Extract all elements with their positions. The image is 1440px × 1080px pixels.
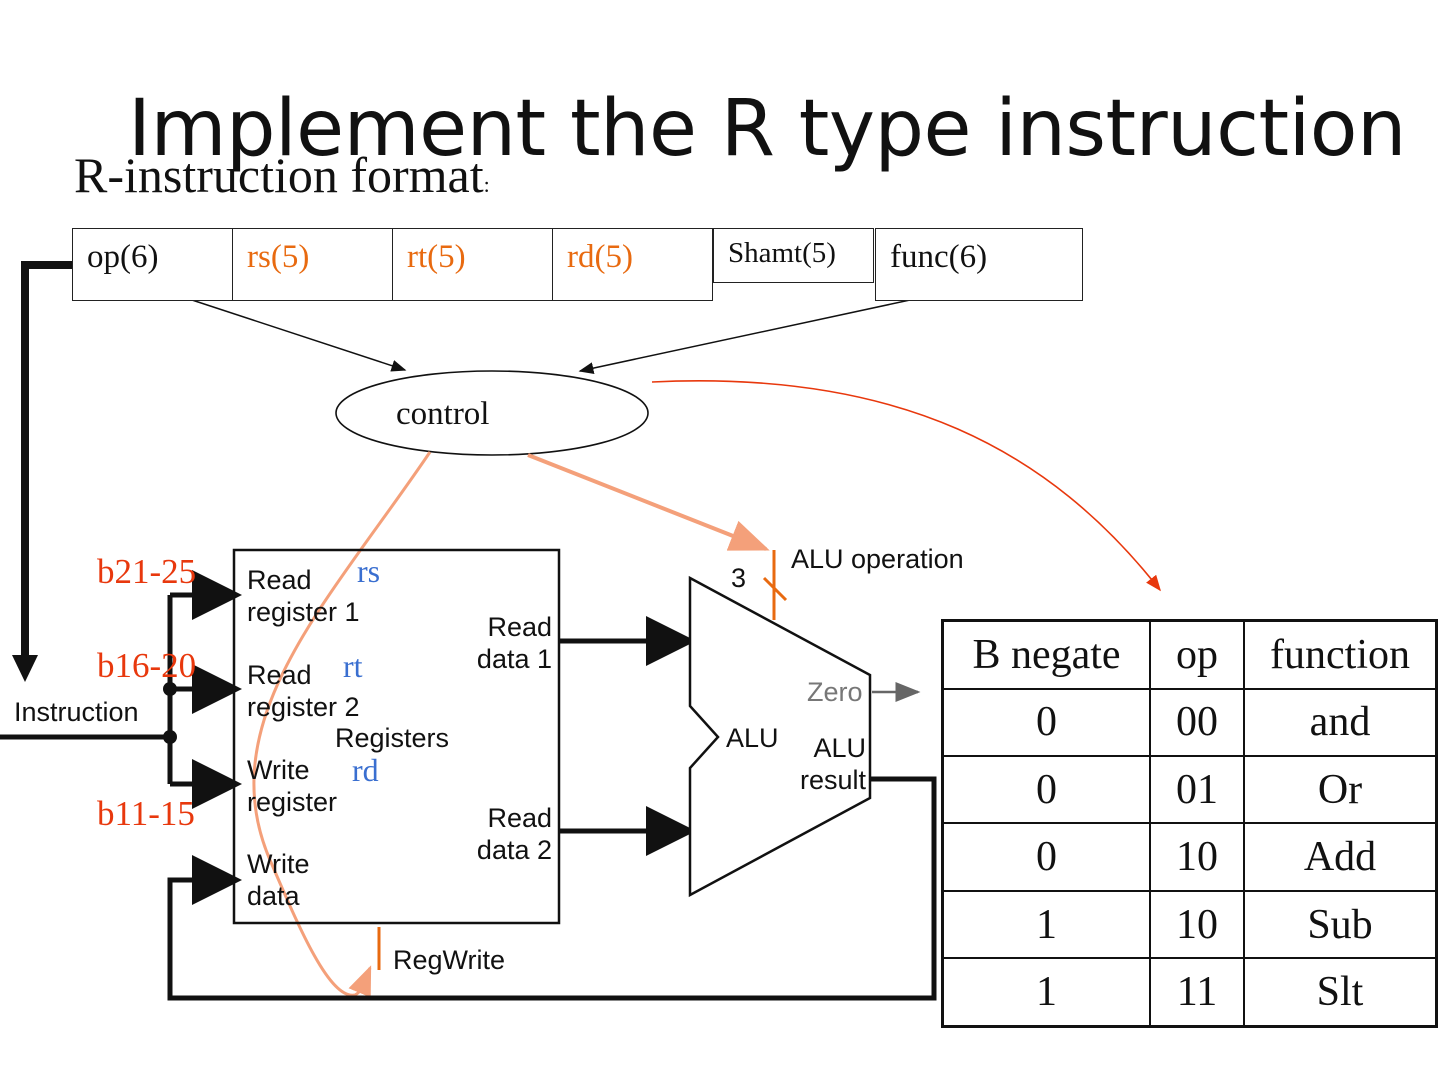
field-func-label: func(6) bbox=[890, 239, 988, 275]
cell-function: Or bbox=[1243, 755, 1438, 825]
write-register-label: Write register bbox=[247, 755, 338, 817]
instruction-feed-arrowhead bbox=[12, 655, 38, 682]
zero-label: Zero bbox=[807, 677, 863, 707]
cell-function: Slt bbox=[1243, 957, 1438, 1028]
registers-title: Registers bbox=[335, 723, 450, 753]
format-subtitle-colon: : bbox=[483, 172, 490, 197]
rt-tag: rt bbox=[343, 648, 363, 684]
header-op: op bbox=[1149, 619, 1245, 690]
control-ellipse bbox=[335, 370, 649, 456]
read-data-1-label: Read data 1 bbox=[476, 612, 552, 674]
alu-result-label: ALU result bbox=[799, 733, 866, 795]
instruction-feed-wire bbox=[21, 261, 72, 660]
cell-op: 10 bbox=[1149, 822, 1245, 892]
junction-dot-2 bbox=[163, 730, 177, 744]
field-rt-label: rt(5) bbox=[407, 239, 466, 275]
table-row: 0 00 and bbox=[941, 687, 1438, 758]
cell-b-negate: 1 bbox=[941, 957, 1151, 1028]
table-row: 0 10 Add bbox=[941, 822, 1438, 892]
field-rd: rd(5) bbox=[552, 228, 713, 301]
header-b-negate: B negate bbox=[941, 619, 1151, 690]
alu-operation-label: ALU operation bbox=[791, 544, 964, 574]
cell-function: and bbox=[1243, 687, 1438, 758]
cell-op: 00 bbox=[1149, 687, 1245, 758]
field-rd-label: rd(5) bbox=[567, 239, 633, 275]
cell-op: 11 bbox=[1149, 957, 1245, 1028]
rs-tag: rs bbox=[357, 553, 381, 589]
cell-b-negate: 0 bbox=[941, 822, 1151, 892]
field-rs: rs(5) bbox=[232, 228, 393, 301]
cell-b-negate: 0 bbox=[941, 687, 1151, 758]
regwrite-label: RegWrite bbox=[393, 945, 506, 975]
table-row: 1 11 Slt bbox=[941, 957, 1438, 1028]
field-rs-label: rs(5) bbox=[247, 239, 310, 275]
bit-range-rd: b11-15 bbox=[97, 794, 195, 833]
cell-b-negate: 1 bbox=[941, 889, 1151, 960]
control-label: control bbox=[396, 396, 490, 432]
alu-function-table: B negate op function 0 00 and 0 01 Or 0 … bbox=[941, 619, 1438, 1028]
rd-tag: rd bbox=[352, 752, 379, 788]
cell-op: 01 bbox=[1149, 755, 1245, 825]
write-data-label: Write data bbox=[247, 849, 310, 911]
op-to-control-arrow bbox=[191, 299, 407, 372]
table-row: 0 01 Or bbox=[941, 755, 1438, 825]
alu-operation-bits: 3 bbox=[731, 563, 747, 593]
cell-b-negate: 0 bbox=[941, 755, 1151, 825]
func-to-control-arrow bbox=[578, 299, 911, 375]
format-subtitle-text: R-instruction format bbox=[74, 147, 484, 203]
field-op: op(6) bbox=[72, 228, 233, 301]
read-data-2-label: Read data 2 bbox=[476, 803, 552, 865]
alu-label: ALU bbox=[726, 723, 779, 753]
format-subtitle: R-instruction format: bbox=[74, 150, 490, 200]
bit-range-rt: b16-20 bbox=[97, 646, 197, 685]
bit-range-rs: b21-25 bbox=[97, 552, 197, 591]
field-func: func(6) bbox=[875, 228, 1083, 301]
cell-op: 10 bbox=[1149, 889, 1245, 960]
field-shamt: Shamt(5) bbox=[713, 228, 874, 283]
header-function: function bbox=[1243, 619, 1438, 690]
control-to-aluop-wire bbox=[527, 453, 770, 551]
table-row: 1 10 Sub bbox=[941, 889, 1438, 960]
cell-function: Add bbox=[1243, 822, 1438, 892]
instruction-label: Instruction bbox=[14, 697, 139, 727]
field-op-label: op(6) bbox=[87, 239, 159, 275]
field-shamt-label: Shamt(5) bbox=[728, 237, 836, 269]
field-rt: rt(5) bbox=[392, 228, 553, 301]
table-header-row: B negate op function bbox=[941, 619, 1438, 690]
cell-function: Sub bbox=[1243, 889, 1438, 960]
